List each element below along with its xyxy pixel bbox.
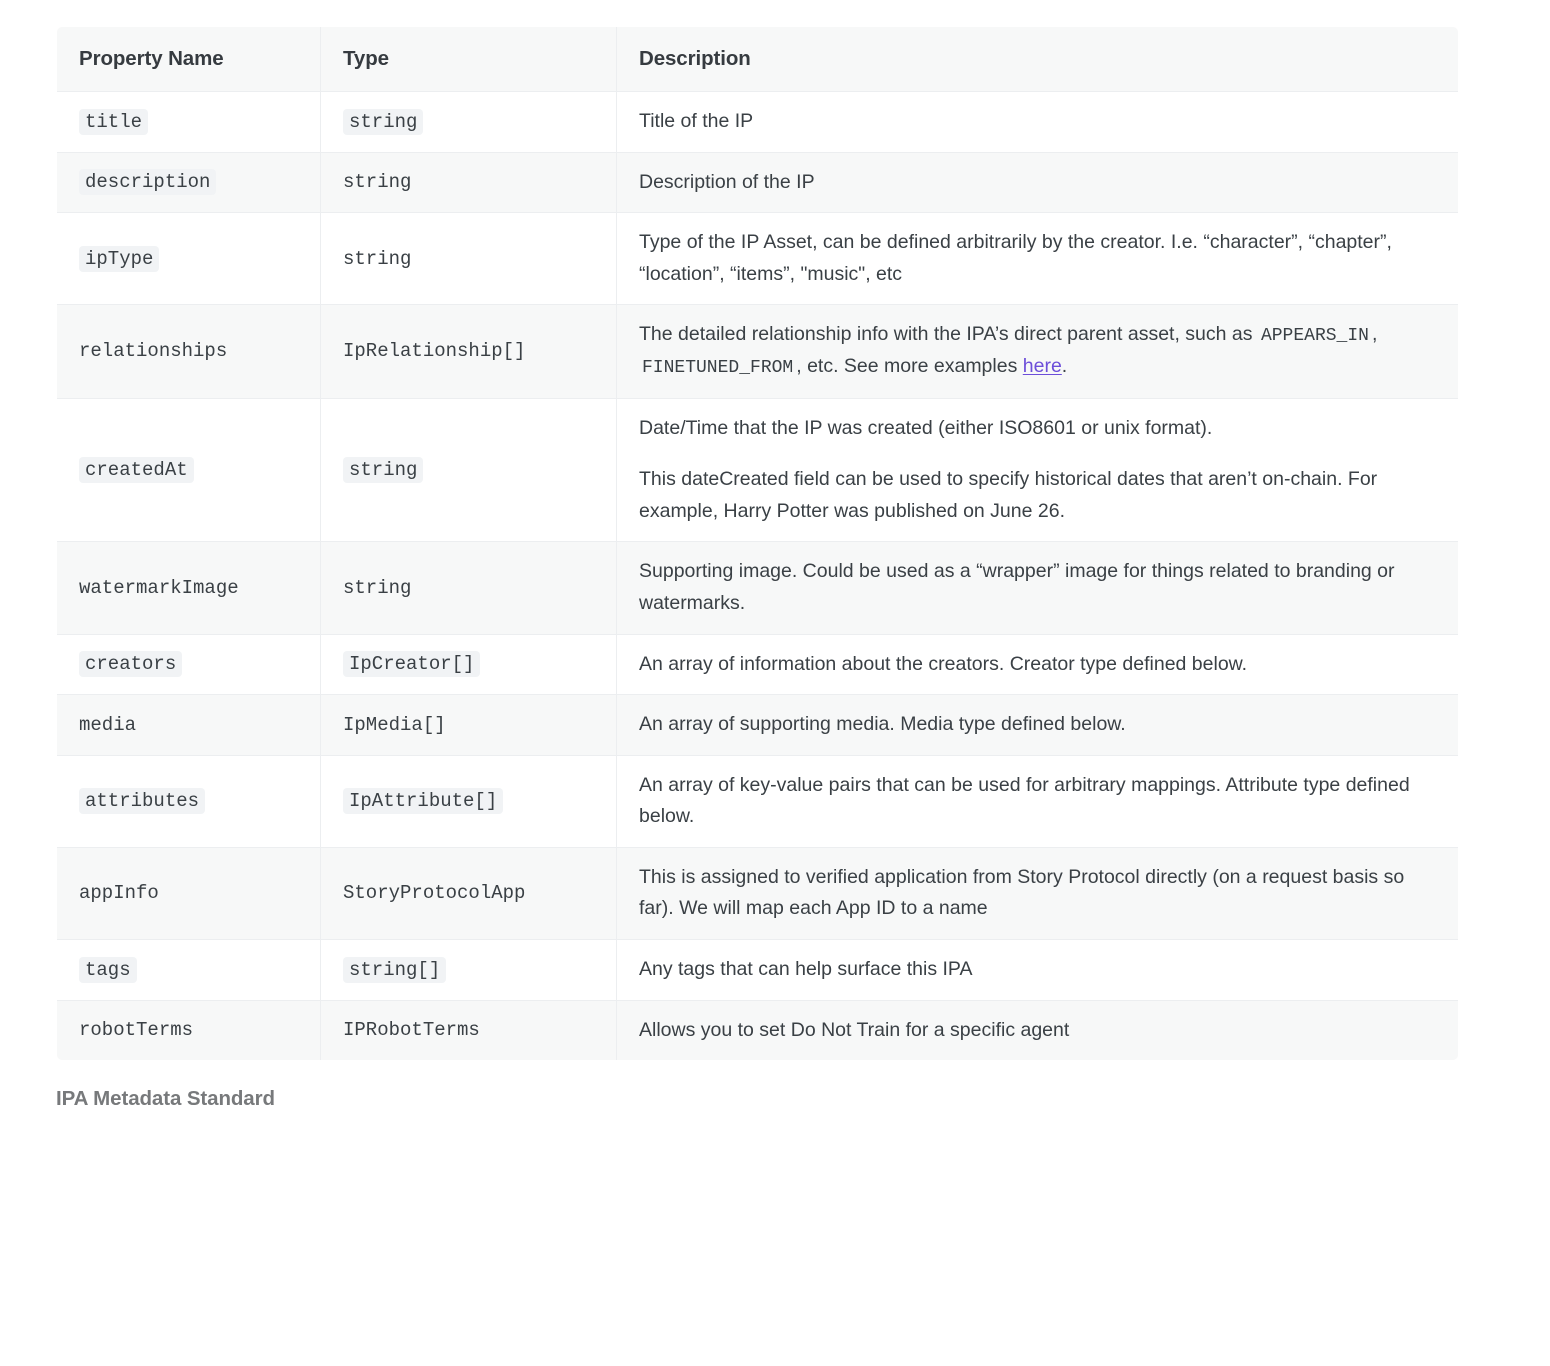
column-header-type: Type	[320, 27, 617, 92]
cell-type: IpAttribute[]	[320, 755, 617, 848]
property-name-code: media	[79, 713, 137, 736]
description-paragraph: Allows you to set Do Not Train for a spe…	[639, 1018, 1070, 1041]
cell-property-name: createdAt	[57, 398, 321, 543]
cell-description: Type of the IP Asset, can be defined arb…	[616, 212, 1458, 306]
cell-property-name: media	[57, 694, 321, 756]
description-paragraph: Title of the IP	[639, 110, 754, 132]
inline-code: FINETUNED_FROM	[642, 358, 794, 379]
table-row: media IpMedia[] An array of supporting med…	[57, 694, 1458, 756]
type-code: IPRobotTerms	[343, 1019, 480, 1042]
cell-description: An array of supporting media. Media type…	[616, 694, 1458, 756]
description-paragraph: An array of supporting media. Media type…	[639, 713, 1126, 736]
cell-description: This is assigned to verified application…	[616, 847, 1458, 940]
description-paragraph: An array of key-value pairs that can be …	[639, 773, 1410, 828]
cell-property-name: appInfo	[57, 847, 321, 940]
cell-type: IPRobotTerms	[320, 1000, 617, 1061]
table-row: tags string[] Any tags that can help surfa…	[57, 939, 1458, 1001]
description-paragraph: Date/Time that the IP was created (eithe…	[639, 416, 1213, 439]
type-code: string	[343, 456, 424, 483]
property-name-code: description	[79, 169, 217, 196]
cell-description: Date/Time that the IP was created (eithe…	[616, 398, 1458, 543]
property-name-code: attributes	[79, 788, 206, 815]
cell-description: Supporting image. Could be used as a “wr…	[616, 541, 1458, 635]
type-code: IpRelationship[]	[343, 340, 526, 363]
type-code: IpAttribute[]	[343, 788, 504, 815]
cell-property-name: tags	[57, 939, 321, 1001]
cell-type: string[]	[320, 939, 617, 1001]
column-header-property-name: Property Name	[57, 27, 321, 92]
property-name-code: creators	[79, 651, 183, 678]
ipa-metadata-table: Property Name Type Description title stri…	[56, 26, 1459, 1062]
description-paragraph: The detailed relationship info with the …	[639, 323, 1378, 379]
cell-type: StoryProtocolApp	[320, 847, 617, 940]
description-paragraph: Any tags that can help surface this IPA	[639, 957, 973, 980]
table-row: robotTerms IPRobotTerms Allows you to set …	[57, 1000, 1459, 1061]
table-row: createdAt string Date/Time that the IP was…	[57, 398, 1458, 543]
description-link[interactable]: here	[1023, 355, 1062, 377]
table-row: appInfo StoryProtocolApp This is assigned …	[57, 847, 1458, 940]
property-name-code: tags	[79, 956, 137, 983]
cell-description: The detailed relationship info with the …	[616, 304, 1458, 399]
table-row: description string Description of the IP	[57, 152, 1458, 214]
cell-description: An array of information about the creato…	[616, 634, 1458, 696]
table-caption: IPA Metadata Standard	[56, 1087, 275, 1111]
property-name-code: watermarkImage	[79, 576, 239, 599]
property-name-code: relationships	[79, 340, 228, 363]
property-name-code: title	[79, 108, 149, 135]
type-code: StoryProtocolApp	[343, 882, 526, 905]
type-code: string[]	[343, 956, 447, 983]
cell-type: string	[320, 541, 617, 635]
cell-property-name: description	[57, 152, 321, 214]
cell-type: IpRelationship[]	[320, 304, 617, 399]
cell-description: Description of the IP	[616, 152, 1458, 214]
description-paragraph: An array of information about the creato…	[639, 652, 1248, 675]
cell-type: IpCreator[]	[320, 634, 617, 696]
cell-property-name: watermarkImage	[57, 541, 321, 635]
cell-description: Allows you to set Do Not Train for a spe…	[617, 1000, 1459, 1060]
type-code: string	[343, 108, 424, 135]
cell-type: string	[320, 212, 617, 306]
table-row: ipType string Type of the IP Asset, can be…	[57, 212, 1458, 306]
property-name-code: ipType	[79, 245, 160, 272]
description-paragraph: Supporting image. Could be used as a “wr…	[639, 560, 1395, 614]
type-code: IpMedia[]	[343, 713, 446, 736]
table-row: title string Title of the IP	[57, 91, 1458, 153]
cell-type: string	[320, 152, 617, 214]
table-header-row: Property Name Type Description	[57, 27, 1458, 92]
inline-code: APPEARS_IN	[1260, 326, 1369, 347]
type-code: string	[343, 247, 412, 270]
cell-type: string	[320, 398, 617, 543]
table-row: watermarkImage string Supporting image. Co…	[57, 541, 1458, 635]
description-paragraph: This dateCreated field can be used to sp…	[639, 468, 1378, 522]
cell-property-name: creators	[57, 634, 321, 696]
table-row: creators IpCreator[] An array of informati…	[57, 634, 1458, 696]
table-head: Property Name Type Description	[57, 27, 1458, 92]
cell-property-name: ipType	[57, 212, 321, 306]
table-row: attributes IpAttribute[] An array of key-v…	[57, 755, 1458, 848]
metadata-table-container: Property Name Type Description title stri…	[56, 26, 1459, 1062]
description-paragraph: Description of the IP	[639, 170, 815, 193]
cell-description: Any tags that can help surface this IPA	[616, 939, 1458, 1001]
property-name-code: createdAt	[79, 456, 194, 483]
type-code: string	[343, 171, 412, 194]
cell-type: string	[320, 91, 617, 153]
type-code: IpCreator[]	[343, 651, 481, 678]
description-paragraph: Type of the IP Asset, can be defined arb…	[639, 231, 1392, 285]
cell-description: Title of the IP	[616, 91, 1458, 153]
property-name-code: appInfo	[79, 882, 159, 905]
column-header-description: Description	[616, 27, 1458, 92]
table-row: relationships IpRelationship[] The detaile…	[57, 304, 1458, 399]
page-root: Property Name Type Description title stri…	[0, 0, 1550, 1366]
cell-property-name: robotTerms	[57, 1000, 321, 1061]
cell-property-name: relationships	[57, 304, 321, 399]
type-code: string	[343, 576, 412, 599]
cell-property-name: title	[57, 91, 321, 153]
property-name-code: robotTerms	[79, 1019, 194, 1042]
cell-property-name: attributes	[57, 755, 321, 848]
table-body: title string Title of the IP description str…	[57, 91, 1459, 1061]
description-paragraph: This is assigned to verified application…	[639, 865, 1405, 920]
cell-description: An array of key-value pairs that can be …	[616, 755, 1458, 848]
cell-type: IpMedia[]	[320, 694, 617, 756]
